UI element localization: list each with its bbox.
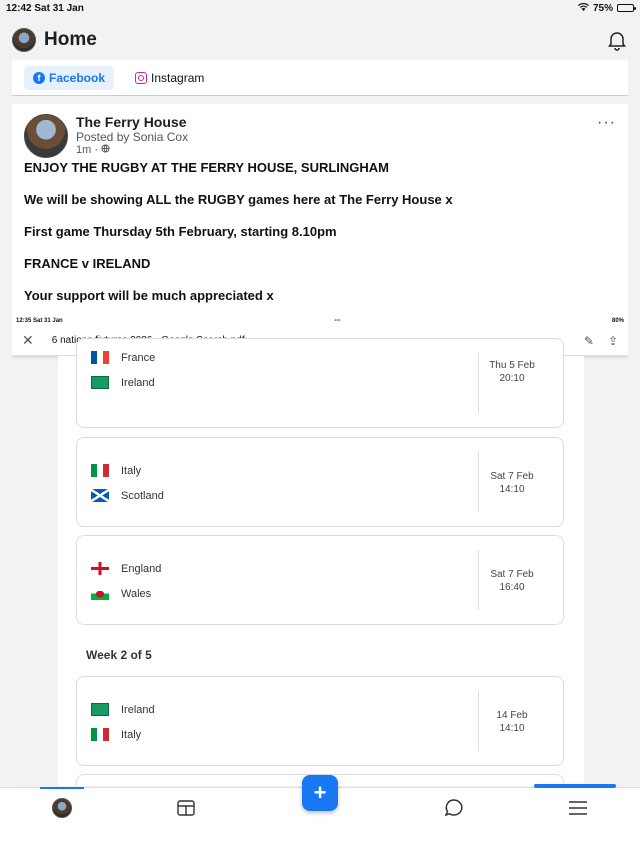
fixture-day: Sat 7 Feb [490,471,534,482]
week-heading: Week 2 of 5 [86,648,152,662]
post-line: We will be showing ALL the RUGBY games h… [24,192,453,207]
image-status-dots: ••• [334,318,341,324]
nav-pages[interactable] [166,796,206,820]
chat-bubble-icon [444,799,463,817]
nav-menu[interactable] [558,796,598,820]
tab-facebook[interactable]: f Facebook [24,65,115,90]
tab-instagram[interactable]: Instagram [126,66,213,90]
post-line: First game Thursday 5th February, starti… [24,224,337,239]
fixture-time: 20:10 [499,373,525,384]
more-options-button[interactable]: ··· [597,114,616,132]
page-avatar[interactable] [24,114,68,158]
fixture-away: Scotland [121,489,164,502]
post-line: FRANCE v IRELAND [24,256,151,271]
image-close-icon: ✕ [22,332,34,348]
england-flag-icon [91,562,109,575]
post-image[interactable]: 12:35 Sat 31 Jan ••• 80% ✕ 6 nations fix… [12,316,628,786]
fixture-home: Italy [121,464,142,477]
image-status-battery: 80% [611,318,624,324]
battery-percent: 75% [592,2,613,14]
post-line: Your support will be much appreciated x [24,288,274,303]
post-time-text: 1m · [76,144,102,156]
fixture-card: Italy Scotland Sat 7 Feb 14:10 [76,437,564,527]
fixture-day: Sat 7 Feb [490,569,534,580]
fixture-home: France [121,351,156,364]
image-status-bar: 12:35 Sat 31 Jan ••• 80% [12,316,628,326]
menu-icon [569,801,587,815]
tab-instagram-label: Instagram [151,70,205,85]
pages-icon [177,800,195,816]
fixtures-document: France Ireland Thu 5 Feb 20:10 Italy Scot… [58,338,584,786]
status-time: 12:42 Sat 31 Jan [6,2,84,14]
floating-action-chip[interactable] [534,784,616,788]
notifications-bell-icon[interactable] [606,29,628,51]
status-bar: 12:42 Sat 31 Jan 75% [0,0,640,16]
fixture-card: Ireland Italy 14 Feb 14:10 [76,676,564,766]
fixture-home: England [121,562,162,575]
post-text: ENJOY THE RUGBY AT THE FERRY HOUSE, SURL… [24,160,616,304]
ireland-flag-icon [91,376,109,389]
create-post-button[interactable]: + [302,775,338,811]
facebook-icon: f [33,71,45,84]
fixture-day: Thu 5 Feb [489,360,535,371]
image-markup-icon: ✎ [583,333,594,348]
nav-home[interactable] [40,787,84,820]
battery-icon [617,4,636,12]
france-flag-icon [91,351,109,364]
post-timestamp: 1m · [76,144,188,156]
post-card: The Ferry House Posted by Sonia Cox 1m ·… [12,104,628,316]
ireland-flag-icon [91,703,109,716]
fixture-card: France Ireland Thu 5 Feb 20:10 [76,338,564,428]
scotland-flag-icon [91,489,109,502]
post-line: ENJOY THE RUGBY AT THE FERRY HOUSE, SURL… [24,160,390,175]
profile-avatar[interactable] [12,28,36,52]
italy-flag-icon [91,464,109,477]
fixture-away: Ireland [121,376,155,389]
post-author: Posted by Sonia Cox [76,130,189,144]
fixture-home: Ireland [121,703,155,716]
fixture-day: 14 Feb [496,710,528,721]
wales-flag-icon [91,587,109,600]
nav-home-avatar-icon [52,798,72,818]
globe-icon [101,144,110,156]
fixture-time: 16:40 [499,582,525,593]
app-header: Home [0,20,640,60]
wifi-icon [577,2,589,14]
tab-facebook-label: Facebook [49,70,106,85]
fixture-time: 14:10 [499,484,525,495]
platform-tabs: f Facebook Instagram [12,60,628,96]
fixture-time: 14:10 [499,723,525,734]
instagram-icon [135,71,148,84]
page-title: Home [44,29,97,50]
post-page-name[interactable]: The Ferry House [76,114,188,130]
fixture-card: England Wales Sat 7 Feb 16:40 [76,535,564,625]
italy-flag-icon [91,728,109,741]
fixture-away: Wales [121,587,152,600]
image-share-icon: ⇪ [607,333,618,348]
fixture-away: Italy [121,728,142,741]
nav-messages[interactable] [434,796,474,820]
image-status-time: 12:35 Sat 31 Jan [16,318,63,324]
